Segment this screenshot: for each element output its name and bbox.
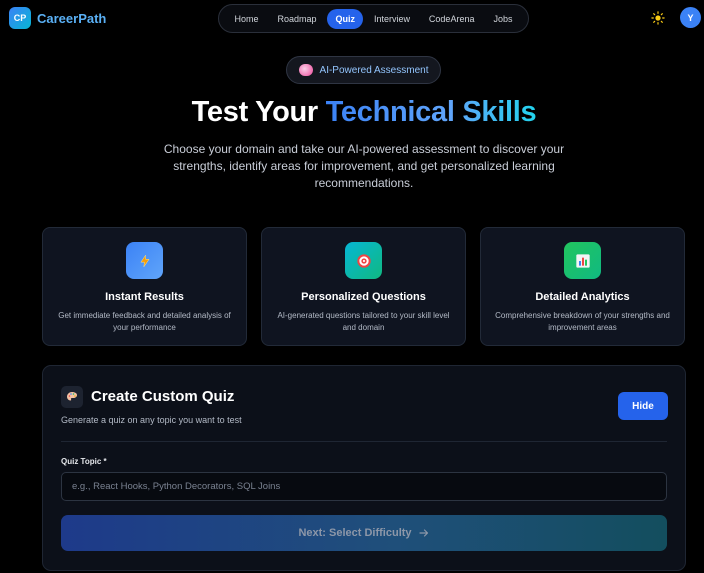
chart-icon (564, 242, 601, 279)
quiz-page: CP CareerPath Home Roadmap Quiz Intervie… (0, 0, 704, 573)
feature-description: Comprehensive breakdown of your strength… (495, 311, 670, 332)
title-accent: Technical Skills (325, 96, 537, 128)
logo-badge: CP (9, 7, 31, 29)
sun-icon[interactable] (651, 11, 665, 25)
feature-description: AI-generated questions tailored to your … (277, 311, 450, 332)
feature-card-detailed-analytics: Detailed Analytics Comprehensive breakdo… (480, 227, 685, 346)
panel-title: Create Custom Quiz (91, 388, 235, 405)
page-title: Test Your Technical Skills (0, 96, 704, 129)
feature-title: Personalized Questions (301, 291, 426, 303)
nav-item-home[interactable]: Home (226, 9, 266, 29)
nav-item-interview[interactable]: Interview (366, 9, 418, 29)
panel-subtitle: Generate a quiz on any topic you want to… (61, 415, 242, 425)
feature-card-instant-results: Instant Results Get immediate feedback a… (42, 227, 247, 346)
brand-logo[interactable]: CP CareerPath (9, 7, 106, 29)
next-select-difficulty-button[interactable]: Next: Select Difficulty (61, 515, 667, 551)
custom-quiz-panel: Create Custom Quiz Generate a quiz on an… (42, 365, 686, 571)
feature-title: Instant Results (105, 291, 184, 303)
lightning-icon (126, 242, 163, 279)
divider (61, 441, 667, 442)
feature-description: Get immediate feedback and detailed anal… (58, 311, 231, 332)
nav-item-quiz[interactable]: Quiz (327, 8, 363, 29)
palette-icon (61, 386, 83, 408)
title-plain: Test Your (191, 96, 326, 128)
nav-item-codearena[interactable]: CodeArena (421, 9, 483, 29)
main-nav: Home Roadmap Quiz Interview CodeArena Jo… (218, 4, 529, 33)
avatar[interactable]: Y (680, 7, 701, 28)
quiz-topic-input[interactable] (61, 472, 667, 501)
feature-title: Detailed Analytics (535, 291, 630, 303)
arrow-right-icon (418, 529, 428, 537)
next-button-label: Next: Select Difficulty (298, 527, 412, 539)
hide-button[interactable]: Hide (618, 392, 668, 420)
nav-item-jobs[interactable]: Jobs (485, 9, 520, 29)
brand-name: CareerPath (37, 10, 107, 26)
badge-text: AI-Powered Assessment (319, 64, 429, 76)
quiz-topic-label: Quiz Topic * (61, 457, 107, 466)
page-subtitle: Choose your domain and take our AI-power… (163, 142, 565, 190)
ai-assessment-badge: AI-Powered Assessment (286, 56, 441, 84)
target-icon (345, 242, 382, 279)
feature-card-personalized-questions: Personalized Questions AI-generated ques… (261, 227, 466, 346)
nav-item-roadmap[interactable]: Roadmap (269, 9, 324, 29)
brain-icon (298, 64, 313, 76)
